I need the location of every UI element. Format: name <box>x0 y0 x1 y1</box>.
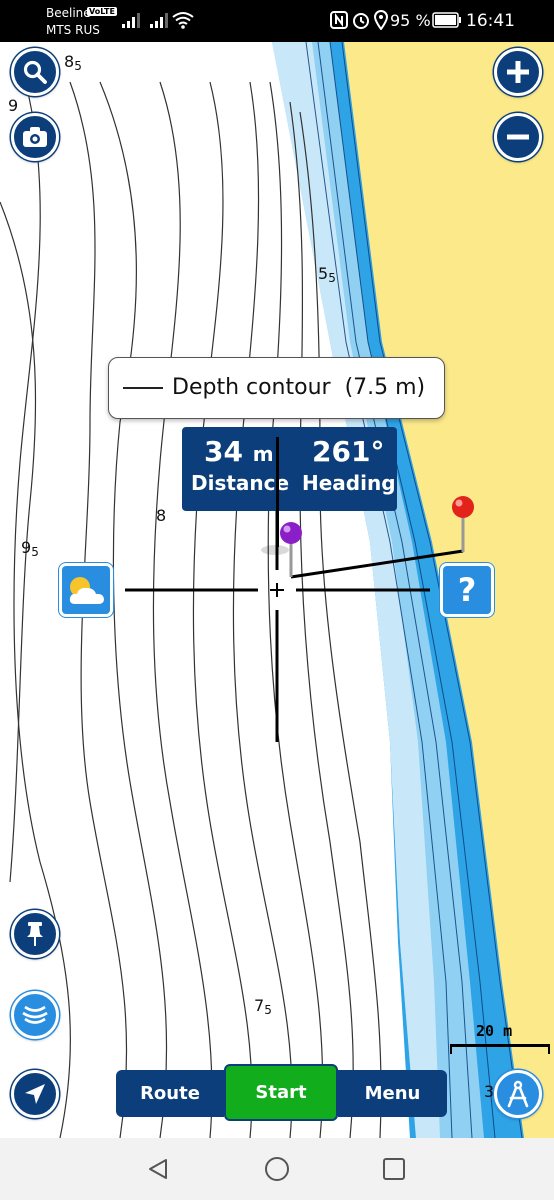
navigation-arrow-icon <box>25 1084 45 1104</box>
signal-1-icon <box>122 13 140 28</box>
compass-icon <box>507 1080 529 1108</box>
status-bar: Beeline VoLTE MTS RUS 95 % 16:41 <box>0 0 554 42</box>
zoom-in-button[interactable] <box>494 48 542 96</box>
volte-badge: VoLTE <box>87 7 117 16</box>
purple-pin-icon <box>261 522 302 577</box>
plus-icon <box>507 61 529 83</box>
distance-label: Distance <box>191 471 290 495</box>
heading-label: Heading <box>302 471 396 495</box>
locate-button[interactable] <box>11 1070 59 1118</box>
system-nav-bar <box>0 1138 554 1200</box>
scale-bar <box>450 1044 550 1054</box>
menu-button[interactable]: Menu <box>338 1070 447 1117</box>
battery-icon <box>432 12 461 28</box>
start-button[interactable]: Start <box>224 1064 338 1121</box>
carrier-2: MTS RUS <box>46 23 100 37</box>
crosshair-top-segment <box>276 437 279 547</box>
scale-label: 20 m <box>476 1022 513 1040</box>
search-button[interactable] <box>11 48 59 96</box>
pin-icon <box>27 922 43 946</box>
tooltip-text: Depth contour (7.5 m) <box>172 375 426 400</box>
location-icon <box>374 10 388 30</box>
recents-icon[interactable] <box>383 1158 405 1180</box>
back-icon[interactable] <box>146 1157 170 1181</box>
nfc-icon <box>330 11 348 29</box>
minus-icon <box>507 134 529 140</box>
route-button[interactable]: Route <box>116 1070 224 1117</box>
wifi-icon <box>172 12 194 29</box>
contour-legend-line <box>123 387 163 389</box>
distance-value: 34 m <box>204 435 274 468</box>
sonar-button[interactable] <box>11 991 59 1039</box>
heading-value: 261° <box>312 435 385 468</box>
red-pin-icon <box>452 496 474 552</box>
help-button[interactable]: ? <box>440 563 494 617</box>
weather-button[interactable] <box>59 563 113 617</box>
bottom-action-bar: Route Start Menu <box>116 1064 447 1121</box>
search-icon <box>23 60 47 84</box>
zoom-out-button[interactable] <box>494 113 542 161</box>
measure-line <box>290 549 464 579</box>
compass-button[interactable] <box>494 1070 542 1118</box>
battery-percent: 95 % <box>390 11 431 30</box>
help-label: ? <box>457 571 477 609</box>
sonar-icon <box>22 1005 48 1024</box>
signal-2-icon <box>150 13 168 28</box>
clock: 16:41 <box>466 11 515 31</box>
camera-button[interactable] <box>11 113 59 161</box>
depth-contour-tooltip: Depth contour (7.5 m) <box>108 357 445 419</box>
measure-panel: 34 m Distance 261° Heading <box>182 427 397 511</box>
camera-icon <box>23 127 47 147</box>
carrier-1: Beeline <box>46 6 91 20</box>
alarm-icon <box>353 13 369 29</box>
weather-icon <box>69 577 104 604</box>
pin-button[interactable] <box>11 910 59 958</box>
home-icon[interactable] <box>264 1156 290 1182</box>
